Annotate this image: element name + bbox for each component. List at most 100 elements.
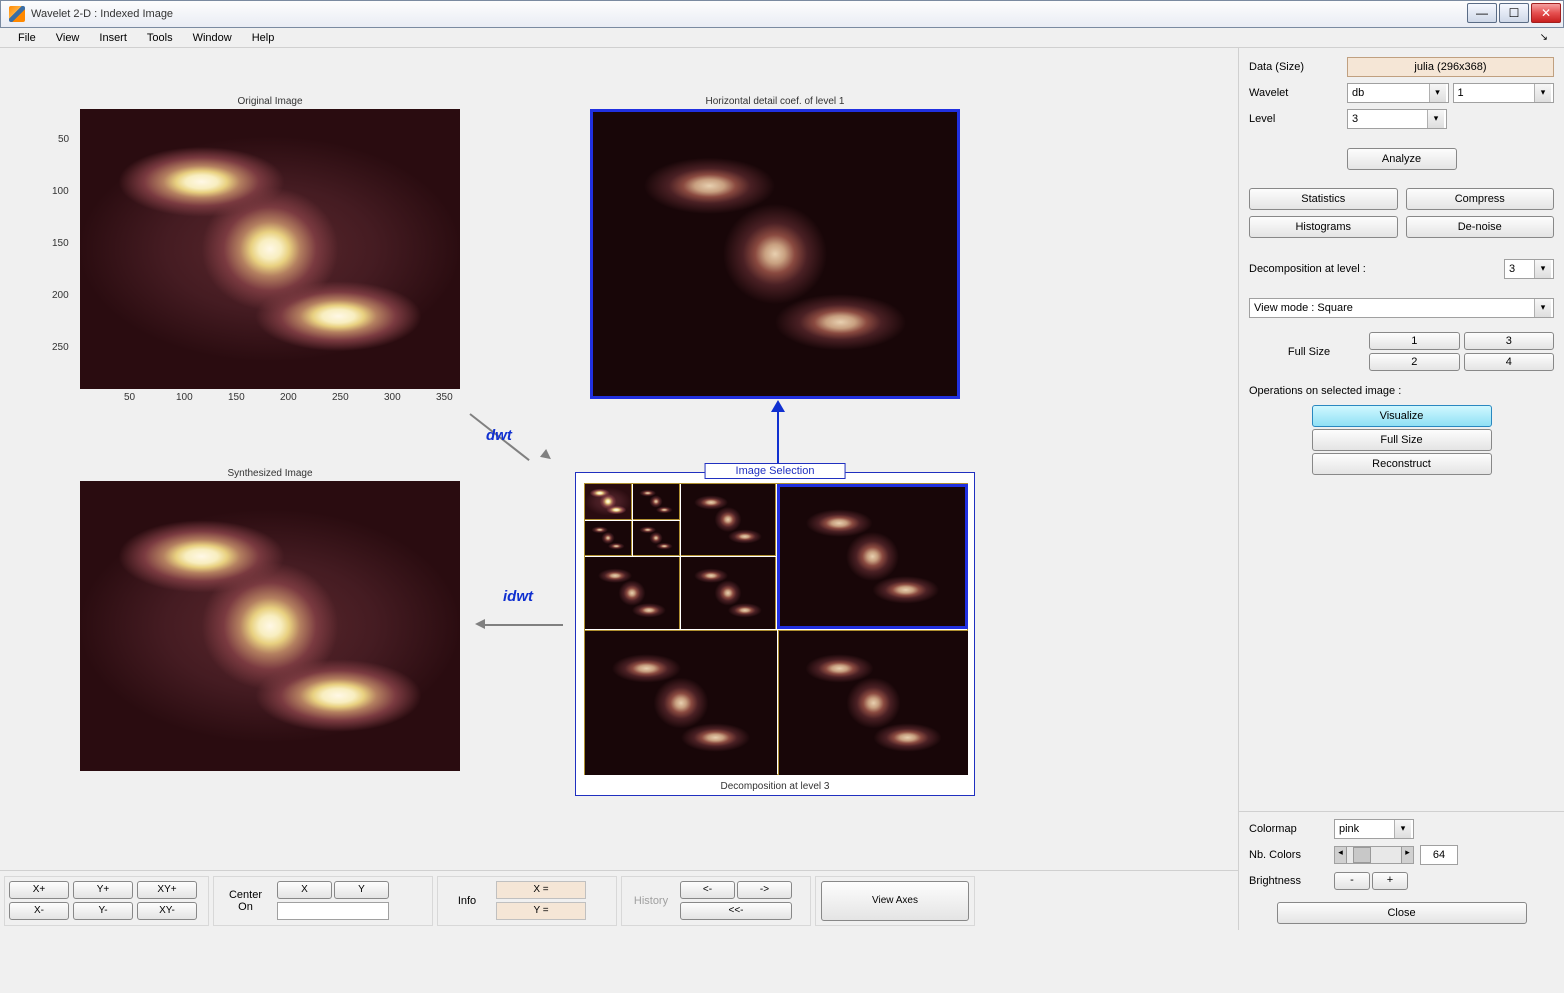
- level-label: Level: [1249, 113, 1347, 125]
- center-input[interactable]: [277, 902, 389, 920]
- decomp-d3[interactable]: [633, 521, 680, 556]
- colormap-select[interactable]: pink: [1334, 819, 1414, 839]
- viewaxes-group: View Axes: [815, 876, 975, 926]
- on-label: On: [218, 901, 273, 913]
- history-fwd-button[interactable]: ->: [737, 881, 792, 899]
- zoom-xyminus-button[interactable]: XY-: [137, 902, 197, 920]
- histograms-button[interactable]: Histograms: [1249, 216, 1398, 238]
- center-y-button[interactable]: Y: [334, 881, 389, 899]
- control-panel: Data (Size) julia (296x368) Wavelet db 1…: [1238, 48, 1564, 930]
- decomp-h1[interactable]: [777, 484, 968, 629]
- original-title: Original Image: [80, 96, 460, 107]
- fullsize-2-button[interactable]: 2: [1369, 353, 1460, 371]
- center-label: Center: [218, 889, 273, 901]
- synthesized-image[interactable]: [80, 481, 460, 771]
- info-x: X =: [496, 881, 586, 899]
- detail-coef-axes: Horizontal detail coef. of level 1: [590, 96, 960, 401]
- colormap-label: Colormap: [1249, 823, 1334, 835]
- menu-window[interactable]: Window: [183, 32, 242, 44]
- center-x-button[interactable]: X: [277, 881, 332, 899]
- decomp-level-label: Decomposition at level :: [1249, 263, 1504, 275]
- menubar: File View Insert Tools Window Help ↘: [0, 28, 1564, 48]
- dwt-arrow: dwt: [470, 403, 550, 463]
- decomp-v3[interactable]: [585, 521, 632, 556]
- decomp-v2[interactable]: [585, 557, 680, 629]
- zoom-xplus-button[interactable]: X+: [9, 881, 69, 899]
- menu-file[interactable]: File: [8, 32, 46, 44]
- nbcolors-label: Nb. Colors: [1249, 849, 1334, 861]
- decomp-caption: Decomposition at level 3: [576, 781, 974, 792]
- detail-image[interactable]: [590, 109, 960, 399]
- decomposition-grid[interactable]: [584, 483, 968, 775]
- fullsize-3-button[interactable]: 3: [1464, 332, 1555, 350]
- view-axes-button[interactable]: View Axes: [821, 881, 969, 921]
- titlebar: Wavelet 2-D : Indexed Image — ☐ ✕: [0, 0, 1564, 28]
- center-group: Center On X Y: [213, 876, 433, 926]
- history-back-button[interactable]: <-: [680, 881, 735, 899]
- synth-title: Synthesized Image: [80, 468, 460, 479]
- nbcolors-value[interactable]: 64: [1420, 845, 1458, 865]
- visualize-button[interactable]: Visualize: [1312, 405, 1492, 427]
- menu-help[interactable]: Help: [242, 32, 285, 44]
- reconstruct-button[interactable]: Reconstruct: [1312, 453, 1492, 475]
- zoom-xyplus-button[interactable]: XY+: [137, 881, 197, 899]
- wavelet-family-select[interactable]: db: [1347, 83, 1449, 103]
- dwt-label: dwt: [486, 427, 512, 444]
- selection-to-detail-arrow: [768, 400, 788, 465]
- close-panel-button[interactable]: Close: [1277, 902, 1527, 924]
- info-label: Info: [442, 895, 492, 907]
- fullsize-label: Full Size: [1249, 346, 1369, 358]
- info-y: Y =: [496, 902, 586, 920]
- history-label: History: [626, 895, 676, 907]
- wavelet-label: Wavelet: [1249, 87, 1347, 99]
- close-button[interactable]: ✕: [1531, 3, 1561, 23]
- statistics-button[interactable]: Statistics: [1249, 188, 1398, 210]
- decomp-approx3[interactable]: [585, 484, 632, 520]
- info-group: Info X = Y =: [437, 876, 617, 926]
- figure-area: Original Image 50 100 150 200 250 50 100…: [0, 48, 1238, 930]
- decomp-h2[interactable]: [681, 484, 776, 556]
- denoise-button[interactable]: De-noise: [1406, 216, 1555, 238]
- menu-insert[interactable]: Insert: [89, 32, 137, 44]
- idwt-label: idwt: [503, 588, 533, 605]
- menu-overflow-icon[interactable]: ↘: [1530, 32, 1558, 43]
- brightness-label: Brightness: [1249, 875, 1334, 887]
- wavelet-num-select[interactable]: 1: [1453, 83, 1555, 103]
- image-selection-panel: Image Selection Decomposition at level 3: [575, 472, 975, 796]
- data-label: Data (Size): [1249, 61, 1347, 73]
- menu-view[interactable]: View: [46, 32, 90, 44]
- decomp-h3[interactable]: [633, 484, 680, 520]
- menu-tools[interactable]: Tools: [137, 32, 183, 44]
- fullsize-4-button[interactable]: 4: [1464, 353, 1555, 371]
- ops-label: Operations on selected image :: [1249, 385, 1554, 397]
- zoom-group: X+ X- Y+ Y- XY+ XY-: [4, 876, 209, 926]
- brightness-plus-button[interactable]: +: [1372, 872, 1408, 890]
- compress-button[interactable]: Compress: [1406, 188, 1555, 210]
- bottom-toolbar: X+ X- Y+ Y- XY+ XY- Center On: [0, 870, 1238, 930]
- decomp-d2[interactable]: [681, 557, 776, 629]
- analyze-button[interactable]: Analyze: [1347, 148, 1457, 170]
- synthesized-image-axes: Synthesized Image: [80, 468, 460, 773]
- idwt-arrow: idwt: [475, 610, 565, 640]
- zoom-yplus-button[interactable]: Y+: [73, 881, 133, 899]
- nbcolors-slider[interactable]: ◂ ▸: [1334, 846, 1414, 864]
- decomp-level-select[interactable]: 3: [1504, 259, 1554, 279]
- original-image[interactable]: [80, 109, 460, 389]
- level-select[interactable]: 3: [1347, 109, 1447, 129]
- detail-title: Horizontal detail coef. of level 1: [590, 96, 960, 107]
- window-title: Wavelet 2-D : Indexed Image: [31, 8, 173, 20]
- zoom-xminus-button[interactable]: X-: [9, 902, 69, 920]
- history-rewind-button[interactable]: <<-: [680, 902, 792, 920]
- decomp-d1[interactable]: [778, 630, 968, 775]
- brightness-minus-button[interactable]: -: [1334, 872, 1370, 890]
- app-icon: [9, 6, 25, 22]
- history-group: History <- -> <<-: [621, 876, 811, 926]
- minimize-button[interactable]: —: [1467, 3, 1497, 23]
- view-mode-select[interactable]: View mode : Square: [1249, 298, 1554, 318]
- image-selection-tab: Image Selection: [705, 463, 846, 479]
- zoom-yminus-button[interactable]: Y-: [73, 902, 133, 920]
- fullsize-op-button[interactable]: Full Size: [1312, 429, 1492, 451]
- decomp-v1[interactable]: [585, 630, 777, 775]
- fullsize-1-button[interactable]: 1: [1369, 332, 1460, 350]
- maximize-button[interactable]: ☐: [1499, 3, 1529, 23]
